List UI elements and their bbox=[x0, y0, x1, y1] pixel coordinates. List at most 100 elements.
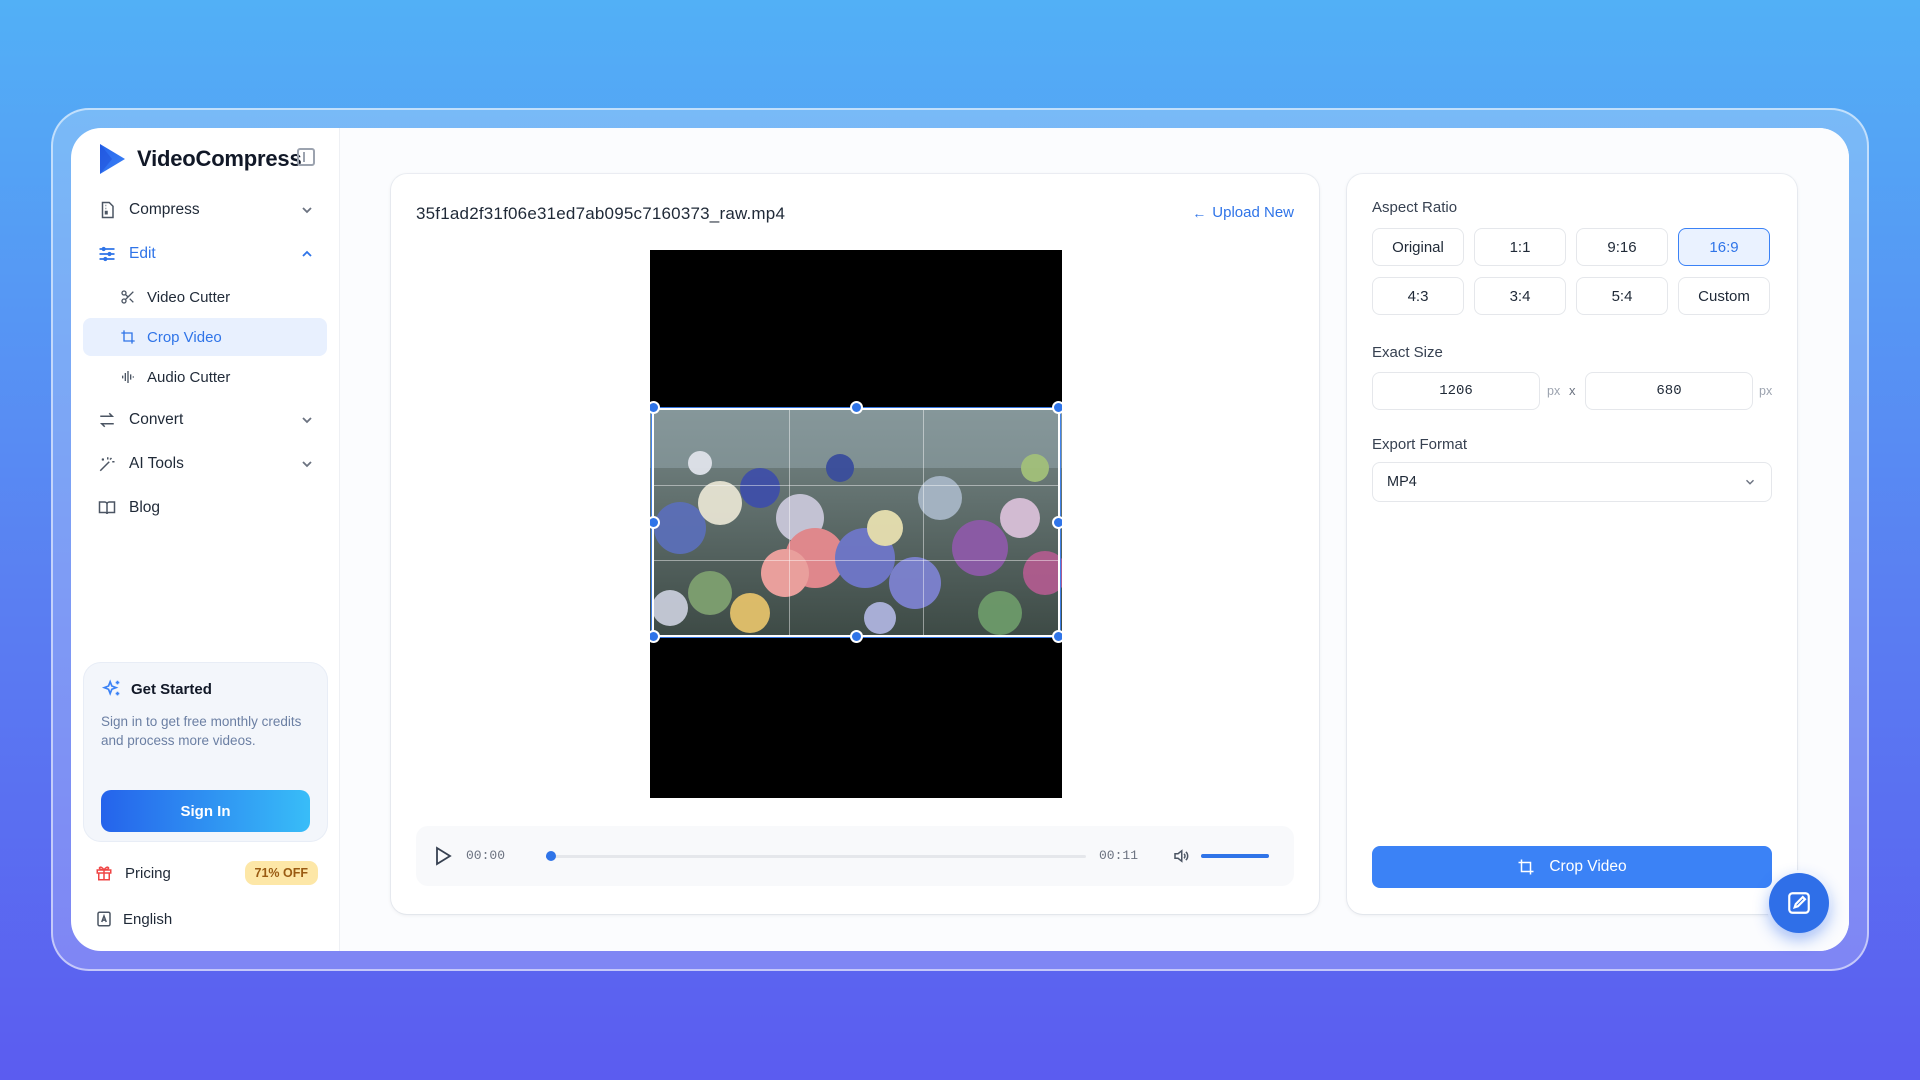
upload-new-label: Upload New bbox=[1212, 204, 1294, 221]
get-started-card: Get Started Sign in to get free monthly … bbox=[83, 662, 328, 842]
nav-label: Edit bbox=[129, 245, 156, 262]
nav-label: AI Tools bbox=[129, 455, 184, 472]
ratio-button-original[interactable]: Original bbox=[1372, 228, 1464, 266]
total-time: 00:11 bbox=[1099, 848, 1139, 863]
chevron-down-icon bbox=[302, 461, 312, 468]
pricing-link[interactable]: Pricing 71% OFF bbox=[83, 856, 328, 890]
ratio-button-4-3[interactable]: 4:3 bbox=[1372, 277, 1464, 315]
collapse-sidebar-icon[interactable] bbox=[297, 148, 315, 166]
width-input[interactable] bbox=[1372, 372, 1540, 410]
play-icon[interactable] bbox=[434, 846, 452, 866]
width-unit: px bbox=[1547, 384, 1561, 398]
progress-slider[interactable] bbox=[546, 851, 1086, 861]
ratio-button-custom[interactable]: Custom bbox=[1678, 277, 1770, 315]
exact-size-label: Exact Size bbox=[1372, 344, 1443, 361]
sub-item-label: Video Cutter bbox=[147, 288, 231, 306]
ratio-button-3-4[interactable]: 3:4 bbox=[1474, 277, 1566, 315]
nav-label: Compress bbox=[129, 201, 200, 218]
sub-item-label: Audio Cutter bbox=[147, 368, 231, 386]
chevron-down-icon bbox=[302, 417, 312, 424]
crop-grid-line bbox=[654, 559, 1058, 561]
crop-handle-right[interactable] bbox=[1052, 516, 1062, 529]
sub-item-label: Crop Video bbox=[147, 328, 222, 346]
crop-handle-bottom-right[interactable] bbox=[1052, 630, 1062, 643]
get-started-title: Get Started bbox=[101, 678, 310, 700]
language-selector[interactable]: English bbox=[83, 902, 328, 936]
chevron-down-icon bbox=[302, 207, 312, 214]
ratio-button-5-4[interactable]: 5:4 bbox=[1576, 277, 1668, 315]
brand[interactable]: VideoCompress bbox=[83, 130, 327, 188]
aspect-ratio-options: Original 1:1 9:16 16:9 4:3 3:4 5:4 Custo… bbox=[1372, 228, 1772, 315]
ratio-button-9-16[interactable]: 9:16 bbox=[1576, 228, 1668, 266]
get-started-description: Sign in to get free monthly credits and … bbox=[101, 714, 302, 748]
app-window: VideoCompress Compress Edit Video Cutter… bbox=[71, 128, 1849, 951]
waveform-icon bbox=[119, 368, 137, 386]
arrows-icon bbox=[97, 410, 117, 430]
sub-item-crop-video[interactable]: Crop Video bbox=[83, 318, 327, 356]
nav-item-compress[interactable]: Compress bbox=[83, 188, 327, 232]
crop-grid-line bbox=[923, 410, 925, 635]
crop-handle-bottom[interactable] bbox=[850, 630, 863, 643]
sparkles-icon bbox=[101, 679, 120, 696]
crop-icon bbox=[1518, 859, 1534, 875]
chevron-up-icon bbox=[302, 250, 312, 257]
crop-handle-top-right[interactable] bbox=[1052, 401, 1062, 414]
brand-name: VideoCompress bbox=[137, 146, 302, 171]
file-name: 35f1ad2f31f06e31ed7ab095c7160373_raw.mp4 bbox=[416, 204, 786, 223]
pricing-label: Pricing bbox=[125, 864, 171, 882]
crop-icon bbox=[119, 328, 137, 346]
edit-note-icon bbox=[1788, 892, 1810, 914]
gift-icon bbox=[96, 866, 112, 881]
export-format-label: Export Format bbox=[1372, 436, 1468, 453]
nav-item-edit[interactable]: Edit bbox=[83, 232, 327, 276]
crop-grid-line bbox=[654, 484, 1058, 486]
ratio-button-1-1[interactable]: 1:1 bbox=[1474, 228, 1566, 266]
player-controls: 00:00 00:11 bbox=[416, 826, 1294, 886]
upload-new-link[interactable]: ← Upload New bbox=[1192, 204, 1294, 221]
crop-settings-panel: Aspect Ratio Original 1:1 9:16 16:9 4:3 … bbox=[1347, 174, 1797, 914]
nav-list: Compress Edit Video Cutter Crop Video Au… bbox=[83, 188, 327, 530]
volume-slider[interactable] bbox=[1201, 854, 1269, 858]
crop-handle-top[interactable] bbox=[850, 401, 863, 414]
discount-badge: 71% OFF bbox=[244, 861, 318, 885]
file-icon bbox=[97, 200, 117, 220]
progress-knob[interactable] bbox=[546, 851, 557, 861]
chevron-down-icon bbox=[1746, 479, 1754, 485]
language-label: English bbox=[123, 910, 173, 928]
nav-item-convert[interactable]: Convert bbox=[83, 398, 327, 442]
crop-selection[interactable] bbox=[651, 407, 1061, 638]
scissors-icon bbox=[119, 288, 137, 306]
arrow-left-icon: ← bbox=[1192, 204, 1207, 221]
nav-label: Convert bbox=[129, 411, 184, 428]
nav-item-ai-tools[interactable]: AI Tools bbox=[83, 442, 327, 486]
size-separator: x bbox=[1569, 383, 1576, 398]
crop-handle-bottom-left[interactable] bbox=[650, 630, 660, 643]
volume-icon[interactable] bbox=[1172, 847, 1190, 865]
main-content: 35f1ad2f31f06e31ed7ab095c7160373_raw.mp4… bbox=[340, 128, 1849, 951]
language-icon bbox=[97, 911, 111, 927]
current-time: 00:00 bbox=[466, 848, 506, 863]
video-editor-card: 35f1ad2f31f06e31ed7ab095c7160373_raw.mp4… bbox=[391, 174, 1319, 914]
sign-in-button[interactable]: Sign In bbox=[101, 790, 310, 832]
height-input[interactable] bbox=[1585, 372, 1753, 410]
sub-item-video-cutter[interactable]: Video Cutter bbox=[83, 278, 327, 316]
get-started-title-text: Get Started bbox=[131, 680, 212, 698]
nav-label: Blog bbox=[129, 499, 161, 516]
crop-grid-line bbox=[788, 410, 790, 635]
book-icon bbox=[97, 498, 117, 518]
aspect-ratio-label: Aspect Ratio bbox=[1372, 199, 1458, 216]
play-logo-icon bbox=[100, 144, 125, 174]
nav-item-blog[interactable]: Blog bbox=[83, 486, 327, 530]
feedback-button[interactable] bbox=[1769, 873, 1829, 933]
crop-video-button-label: Crop Video bbox=[1549, 858, 1627, 875]
volume-fill bbox=[1201, 854, 1269, 858]
export-format-select[interactable]: MP4 bbox=[1372, 462, 1772, 502]
sliders-icon bbox=[97, 244, 117, 264]
magic-wand-icon bbox=[97, 454, 117, 474]
ratio-button-16-9[interactable]: 16:9 bbox=[1678, 228, 1770, 266]
sidebar: VideoCompress Compress Edit Video Cutter… bbox=[71, 128, 340, 951]
export-format-value: MP4 bbox=[1387, 474, 1417, 490]
sub-item-audio-cutter[interactable]: Audio Cutter bbox=[83, 358, 327, 396]
crop-video-button[interactable]: Crop Video bbox=[1372, 846, 1772, 888]
video-preview bbox=[650, 250, 1062, 798]
